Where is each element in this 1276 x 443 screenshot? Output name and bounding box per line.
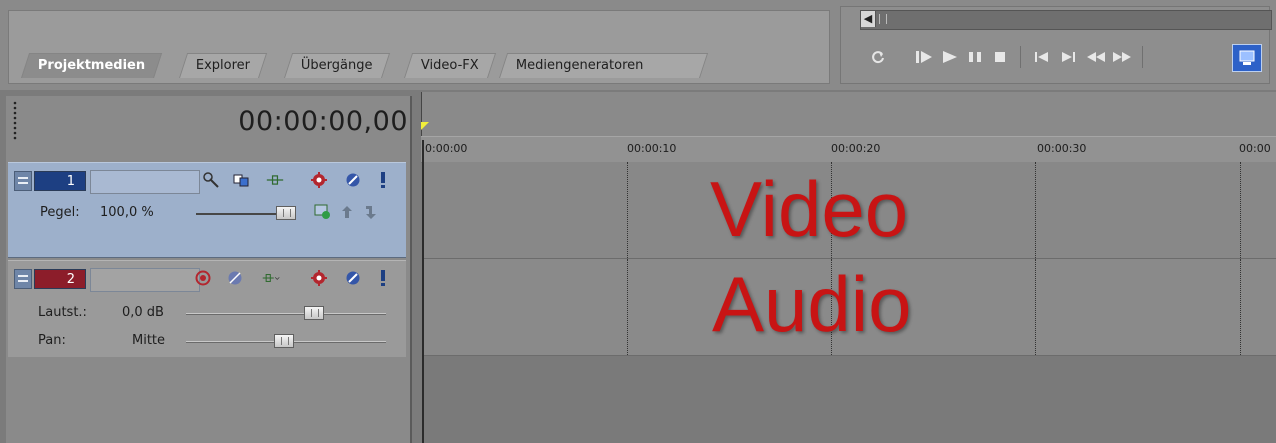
track-collapse-icon[interactable] — [14, 269, 32, 289]
tab-explorer[interactable]: Explorer — [179, 53, 268, 78]
track-motion-icon[interactable] — [266, 171, 284, 189]
loop-icon[interactable] — [866, 46, 890, 68]
video-overlay-text: Video — [710, 165, 909, 253]
stop-icon[interactable] — [988, 46, 1012, 68]
level-label: Pegel: — [40, 205, 80, 220]
timeline-ruler[interactable]: 0:00:00 00:00:10 00:00:20 00:00:30 00:00 — [421, 136, 1276, 163]
mute-icon[interactable] — [344, 171, 362, 189]
ruler-tick-label: 00:00:20 — [831, 142, 881, 155]
track-fx-icon[interactable] — [310, 269, 328, 287]
mute-icon[interactable] — [344, 269, 362, 287]
track-name-field[interactable] — [90, 268, 200, 292]
track-name-field[interactable] — [90, 170, 200, 194]
tab-video-fx[interactable]: Video-FX — [404, 53, 496, 78]
video-fade-icon[interactable] — [314, 203, 332, 221]
go-to-start-icon[interactable] — [1030, 46, 1054, 68]
ruler-tick-label: 00:00:10 — [627, 142, 677, 155]
window-docking-area: Projektmedien Explorer Übergänge Video-F… — [8, 10, 830, 84]
empty-timeline-area[interactable] — [422, 356, 1276, 443]
tab-projektmedien[interactable]: Projektmedien — [21, 53, 163, 78]
invert-phase-icon[interactable] — [226, 269, 244, 287]
play-icon[interactable] — [938, 46, 962, 68]
volume-slider-track[interactable] — [186, 313, 386, 315]
move-down-icon[interactable] — [362, 203, 380, 221]
grid-line — [1035, 162, 1036, 258]
audio-overlay-text: Audio — [712, 260, 912, 348]
volume-slider-thumb[interactable] — [304, 306, 324, 320]
track-number: 2 — [34, 269, 86, 289]
tab-mediengeneratoren[interactable]: Mediengeneratoren — [499, 53, 709, 78]
panel-grip[interactable] — [12, 100, 18, 140]
grid-line — [627, 162, 628, 258]
ruler-tick-label: 0:00:00 — [425, 142, 468, 155]
track-number: 1 — [34, 171, 86, 191]
pause-icon[interactable] — [963, 46, 987, 68]
scroll-left-icon[interactable]: ◀ — [861, 11, 876, 27]
track-collapse-icon[interactable] — [14, 171, 32, 191]
video-track-lane[interactable]: Video — [422, 162, 1276, 259]
audio-track-lane[interactable]: Audio — [422, 259, 1276, 356]
volume-label: Lautst.: — [38, 305, 87, 320]
pan-slider-thumb[interactable] — [274, 334, 294, 348]
volume-value: 0,0 dB — [122, 305, 164, 320]
timecode-display: 00:00:00,00 — [238, 106, 408, 137]
empty-track-list-area — [8, 357, 408, 443]
go-to-end-icon[interactable] — [1056, 46, 1080, 68]
preview-scrollbar[interactable]: ◀ — [860, 10, 1272, 30]
make-compositing-child-icon[interactable] — [232, 171, 250, 189]
grid-line — [1035, 259, 1036, 355]
pan-label: Pan: — [38, 333, 66, 348]
grid-line — [627, 259, 628, 355]
fast-forward-icon[interactable] — [1110, 46, 1134, 68]
ruler-tick-label: 00:00:30 — [1037, 142, 1087, 155]
playhead-marker-icon[interactable] — [421, 122, 429, 130]
toolbar-separator — [1142, 46, 1143, 68]
solo-icon[interactable] — [374, 269, 392, 287]
arm-record-icon[interactable] — [194, 269, 212, 287]
audio-track-header[interactable]: 2 Lautst.: 0,0 dB Pan: Mitte — [8, 260, 406, 358]
ruler-tick-label: 00:00 — [1239, 142, 1271, 155]
solo-icon[interactable] — [374, 171, 392, 189]
track-fx-icon[interactable] — [310, 171, 328, 189]
compositing-mode-icon[interactable] — [202, 171, 220, 189]
rewind-icon[interactable] — [1084, 46, 1108, 68]
playhead-cursor[interactable] — [422, 140, 424, 443]
level-value: 100,0 % — [100, 205, 154, 220]
grid-line — [1240, 162, 1241, 258]
toolbar-separator — [1020, 46, 1021, 68]
play-from-start-icon[interactable] — [912, 46, 936, 68]
level-slider-thumb[interactable] — [276, 206, 296, 220]
scroll-thumb[interactable] — [879, 14, 887, 24]
video-track-header[interactable]: 1 Pegel: 100,0 % — [8, 162, 406, 258]
grid-line — [1240, 259, 1241, 355]
pan-value: Mitte — [132, 333, 166, 348]
preview-window-icon[interactable] — [1232, 44, 1262, 72]
move-up-icon[interactable] — [338, 203, 356, 221]
tab-uebergaenge[interactable]: Übergänge — [284, 53, 390, 78]
audio-envelope-icon[interactable] — [262, 269, 280, 287]
